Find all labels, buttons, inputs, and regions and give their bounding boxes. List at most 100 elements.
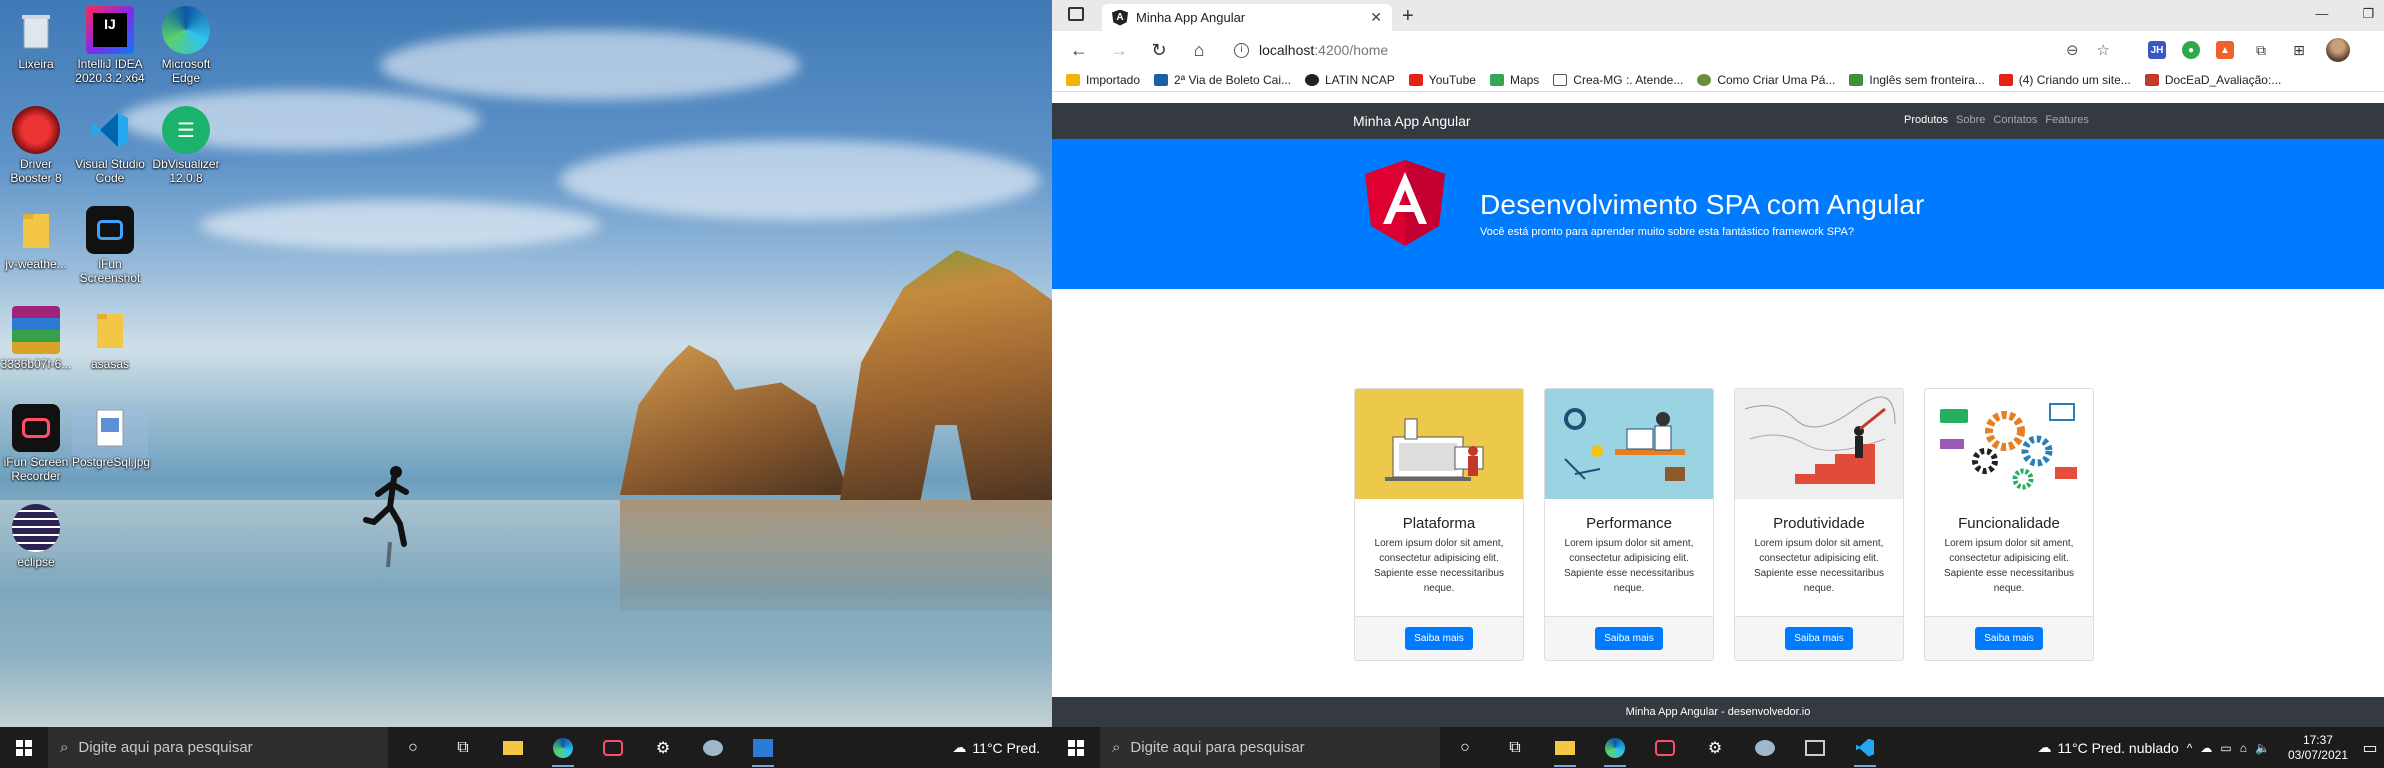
collections-icon[interactable]: ⧉ xyxy=(2250,35,2272,65)
desktop-icon-ifun-screenshot[interactable]: iFun Screenshot xyxy=(72,206,148,285)
folder-icon xyxy=(1066,74,1080,86)
jumbotron: Desenvolvimento SPA com Angular Você est… xyxy=(1052,139,2384,289)
taskbar-search[interactable]: ⌕ Digite aqui para pesquisar xyxy=(1100,727,1440,768)
address-bar[interactable]: i localhost:4200/home ⊖ ☆ xyxy=(1222,35,2122,65)
task-view-icon[interactable]: ⧉ xyxy=(1490,727,1540,768)
favorite-star-icon[interactable]: ☆ xyxy=(2097,41,2110,59)
settings-gear-icon[interactable]: ⚙ xyxy=(1690,727,1740,768)
desktop-icon-edge[interactable]: Microsoft Edge xyxy=(148,6,224,85)
card-text: Lorem ipsum dolor sit ament, consectetur… xyxy=(1563,538,1695,594)
saiba-mais-button[interactable]: Saiba mais xyxy=(1405,627,1473,650)
saiba-mais-button[interactable]: Saiba mais xyxy=(1975,627,2043,650)
file-explorer-icon[interactable] xyxy=(1540,727,1590,768)
terminal-taskbar-icon[interactable] xyxy=(1790,727,1840,768)
youtube-icon xyxy=(1408,74,1423,86)
bookmark-label: YouTube xyxy=(1428,73,1476,87)
notifications-icon[interactable]: ▭ xyxy=(2356,727,2384,768)
tab-title: Minha App Angular xyxy=(1136,10,1246,25)
back-icon[interactable]: ← xyxy=(1062,35,1096,65)
bookmark-item[interactable]: DocEaD_Avaliação:... xyxy=(2144,73,2281,87)
chevron-up-icon[interactable]: ^ xyxy=(2187,741,2193,755)
cortana-icon[interactable]: ○ xyxy=(388,727,438,768)
jumbotron-title: Desenvolvimento SPA com Angular xyxy=(1480,189,1925,220)
bookmark-item[interactable]: Importado xyxy=(1066,73,1140,87)
bookmark-label: Crea-MG :. Atende... xyxy=(1573,73,1684,87)
start-button[interactable] xyxy=(1052,727,1100,768)
weather-widget[interactable]: ☁ 11°C Pred. nublado xyxy=(2037,739,2186,756)
cloud xyxy=(560,140,1040,220)
extension-icon[interactable]: ▲ xyxy=(2216,41,2234,59)
bookmark-item[interactable]: Crea-MG :. Atende... xyxy=(1553,73,1683,87)
bookmark-item[interactable]: LATIN NCAP xyxy=(1305,73,1395,87)
desktop-icon-intellij[interactable]: IJ IntelliJ IDEA 2020.3.2 x64 xyxy=(72,6,148,85)
cortana-icon[interactable]: ○ xyxy=(1440,727,1490,768)
close-tab-icon[interactable]: ✕ xyxy=(1370,9,1382,26)
photos-taskbar-icon[interactable] xyxy=(738,727,788,768)
bookmark-item[interactable]: Inglês sem fronteira... xyxy=(1849,73,1985,87)
profile-sync-icon[interactable]: ⊞ xyxy=(2288,35,2310,65)
bookmark-item[interactable]: (4) Criando um site... xyxy=(1998,73,2131,87)
extension-icon[interactable]: ● xyxy=(2182,41,2200,59)
settings-gear-icon[interactable]: ⚙ xyxy=(638,727,688,768)
task-view-icon[interactable]: ⧉ xyxy=(438,727,488,768)
start-button[interactable] xyxy=(0,727,48,768)
ifun-recorder-taskbar-icon[interactable] xyxy=(588,727,638,768)
desktop-icon-label: IntelliJ IDEA 2020.3.2 x64 xyxy=(75,57,145,85)
bookmark-item[interactable]: Maps xyxy=(1489,73,1539,87)
bookmark-item[interactable]: Como Criar Uma Pá... xyxy=(1697,73,1835,87)
home-icon[interactable]: ⌂ xyxy=(1182,35,1216,65)
feature-card-performance: Performance Lorem ipsum dolor sit ament,… xyxy=(1544,388,1714,661)
extension-icon[interactable]: JH xyxy=(2148,41,2166,59)
dbeaver-taskbar-icon[interactable] xyxy=(688,727,738,768)
edge-taskbar-icon[interactable] xyxy=(538,727,588,768)
dbeaver-taskbar-icon[interactable] xyxy=(1740,727,1790,768)
saiba-mais-button[interactable]: Saiba mais xyxy=(1785,627,1853,650)
site-info-icon[interactable]: i xyxy=(1234,42,1249,58)
file-explorer-icon[interactable] xyxy=(488,727,538,768)
network-icon[interactable]: ⌂ xyxy=(2240,741,2247,755)
desktop-icon-folder-weather[interactable]: jv-weathe... xyxy=(0,206,74,271)
bookmark-item[interactable]: 2ª Via de Boleto Cai... xyxy=(1154,73,1291,87)
desktop-icon-driver-booster[interactable]: Driver Booster 8 xyxy=(0,106,74,185)
weather-widget[interactable]: ☁ 11°C Pred. xyxy=(952,739,1052,756)
refresh-icon[interactable]: ↻ xyxy=(1142,35,1176,65)
minimize-icon[interactable]: — xyxy=(2315,6,2328,22)
new-tab-icon[interactable]: + xyxy=(1402,5,1414,28)
zoom-icon[interactable]: ⊖ xyxy=(2066,41,2079,59)
bookmark-item[interactable]: YouTube xyxy=(1408,73,1476,87)
page-icon xyxy=(1553,74,1568,86)
card-title: Produtividade xyxy=(1773,515,1865,532)
desktop-icon-recycle-bin[interactable]: Lixeira xyxy=(0,6,74,71)
bookmark-label: LATIN NCAP xyxy=(1325,73,1395,87)
cloud-icon[interactable]: ☁ xyxy=(2200,741,2212,755)
nav-link-produtos[interactable]: Produtos xyxy=(1904,114,1948,126)
taskbar-search[interactable]: ⌕ Digite aqui para pesquisar xyxy=(48,727,388,768)
edge-taskbar-icon[interactable] xyxy=(1590,727,1640,768)
desktop-icon-eclipse[interactable]: eclipse xyxy=(0,504,74,569)
desktop-icon-vscode[interactable]: Visual Studio Code xyxy=(72,106,148,185)
desktop-wallpaper: Lixeira IJ IntelliJ IDEA 2020.3.2 x64 Mi… xyxy=(0,0,1052,727)
avatar[interactable] xyxy=(2326,38,2350,62)
nav-link-features[interactable]: Features xyxy=(2045,114,2088,126)
browser-tab[interactable]: A Minha App Angular ✕ xyxy=(1102,4,1392,31)
nav-link-contatos[interactable]: Contatos xyxy=(1993,114,2037,126)
restore-icon[interactable]: ❐ xyxy=(2362,6,2374,22)
desktop-icon-postgresql-jpg[interactable]: PostgreSql.jpg xyxy=(72,404,150,469)
saiba-mais-button[interactable]: Saiba mais xyxy=(1595,627,1663,650)
nav-link-sobre[interactable]: Sobre xyxy=(1956,114,1985,126)
tab-actions-icon[interactable] xyxy=(1068,7,1084,21)
forward-icon[interactable]: → xyxy=(1102,35,1136,65)
search-placeholder: Digite aqui para pesquisar xyxy=(78,739,253,756)
volume-icon[interactable]: 🔈 xyxy=(2255,741,2270,755)
clock[interactable]: 17:37 03/07/2021 xyxy=(2280,733,2356,763)
vscode-taskbar-icon[interactable] xyxy=(1840,727,1890,768)
ifun-recorder-taskbar-icon[interactable] xyxy=(1640,727,1690,768)
page-footer: Minha App Angular - desenvolvedor.io xyxy=(1052,697,2384,727)
desktop-icon-folder-asasas[interactable]: asasas xyxy=(72,306,148,371)
desktop-icon-winrar[interactable]: 3336b07f-6... xyxy=(0,306,74,371)
search-placeholder: Digite aqui para pesquisar xyxy=(1130,739,1305,756)
desktop-icon-dbvisualizer[interactable]: ☰ DbVisualizer 12.0.8 xyxy=(148,106,224,185)
battery-icon[interactable]: ▭ xyxy=(2220,741,2231,755)
desktop-icon-ifun-recorder[interactable]: iFun Screen Recorder xyxy=(0,404,74,483)
navbar-brand[interactable]: Minha App Angular xyxy=(1353,113,1471,129)
